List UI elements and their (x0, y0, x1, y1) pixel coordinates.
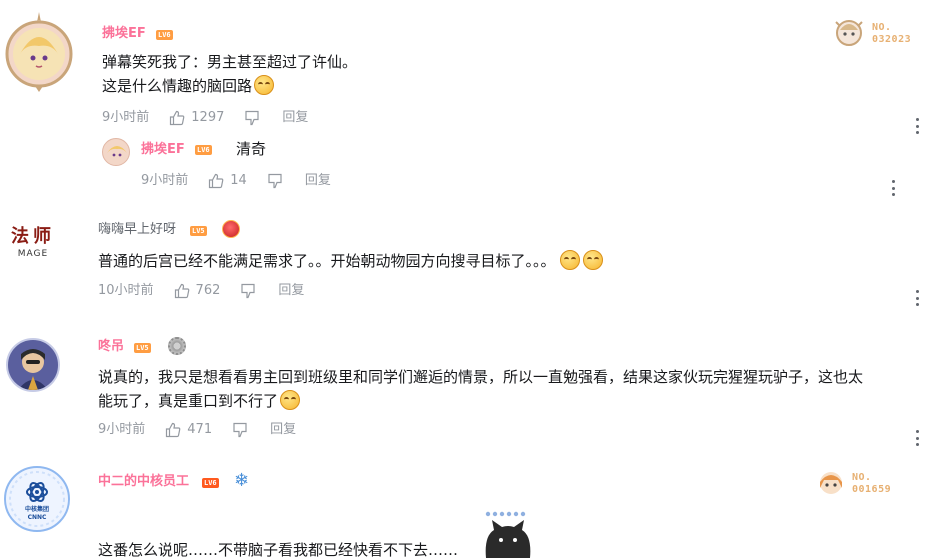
thumb-up-icon (170, 110, 185, 126)
fan-badge-character-icon (820, 472, 842, 494)
comment-text-line: 说真的，我只是想看看男主回到班级里和同学们邂逅的情景，所以一直勉强看，结果这家伙… (98, 368, 864, 386)
comment-text: 这番怎么说呢……不带脑子看我都已经快看不下去…… (98, 538, 458, 558)
username[interactable]: 拂埃EF (141, 141, 185, 159)
snowflake-badge-icon: ❄ (234, 470, 250, 491)
more-options-button[interactable] (890, 180, 896, 196)
comment-text-line: 普通的后宫已经不能满足需求了。。开始朝动物园方向搜寻目标了。。。 (98, 252, 556, 270)
dizzy-emoji-icon (559, 250, 580, 270)
avatar-text-bottom: MAGE (17, 249, 49, 259)
like-count: 762 (195, 283, 221, 298)
username[interactable]: 拂埃EF (102, 25, 146, 43)
like-button[interactable]: 471 (165, 421, 212, 439)
avatar[interactable]: 中核集团 CNNC (0, 462, 74, 534)
gear-badge-icon (168, 337, 186, 355)
like-button[interactable]: 762 (174, 282, 221, 300)
thumb-up-icon (174, 283, 189, 299)
reply-text: 清奇 (236, 140, 267, 158)
level-badge: LV6 (202, 478, 219, 488)
dislike-button[interactable] (240, 283, 256, 299)
medal-icon (222, 220, 240, 238)
username[interactable]: 中二的中核员工 (98, 473, 189, 491)
reply-button[interactable]: 回复 (278, 282, 304, 300)
timestamp: 10小时前 (98, 283, 154, 298)
like-count: 1297 (191, 110, 225, 125)
reply-button[interactable]: 回复 (270, 421, 296, 439)
dislike-button[interactable] (232, 422, 248, 438)
dislike-button[interactable] (267, 173, 283, 189)
like-count: 14 (230, 173, 247, 188)
avatar[interactable] (2, 10, 76, 92)
comment-item: 法师 MAGE 嗨嗨早上好呀 LV5 普通的后宫已经不能满足需求了。。开始朝动物… (0, 210, 928, 320)
comment-text-line: 这是什么情趣的脑回路 (102, 77, 253, 95)
sticker-black-cat-icon (480, 510, 536, 558)
fan-badge-number: 001659 (852, 484, 892, 495)
reply-button[interactable]: 回复 (305, 172, 331, 190)
more-options-button[interactable] (914, 118, 920, 134)
level-badge: LV6 (156, 30, 173, 40)
thumb-down-icon (245, 110, 259, 126)
thumb-down-icon (241, 283, 255, 299)
level-badge: LV5 (190, 226, 207, 236)
comment-text-line: 弹幕笑死我了：男主甚至超过了许仙。 (102, 53, 358, 71)
thumb-down-icon (268, 173, 282, 189)
level-badge: LV5 (134, 343, 151, 353)
dizzy-emoji-icon (582, 250, 603, 270)
comment-text-line: 这番怎么说呢……不带脑子看我都已经快看不下去…… (98, 541, 459, 558)
comment-item: 中核集团 CNNC 中二的中核员工 LV6 ❄ NO. 001659 这番怎么说… (0, 460, 928, 558)
more-options-button[interactable] (914, 290, 920, 306)
comment-meta: 9小时前 14 回复 (141, 172, 331, 190)
more-options-button[interactable] (914, 430, 920, 446)
avatar-text: 中核集团 CNNC (24, 506, 49, 521)
comment-text-line: 能玩了，真是重口到不行了 (98, 392, 279, 410)
fan-badge-label: NO. (852, 472, 872, 483)
sub-reply: 拂埃EF LV6 清奇 9小时前 14 回复 (0, 134, 928, 196)
avatar[interactable]: 法师 MAGE (6, 226, 60, 280)
like-count: 471 (187, 422, 213, 437)
comment-text: 说真的，我只是想看看男主回到班级里和同学们邂逅的情景，所以一直勉强看，结果这家伙… (98, 365, 863, 413)
username[interactable]: 咚吊 (98, 338, 124, 356)
thumb-up-icon (166, 422, 181, 438)
avatar[interactable] (6, 338, 60, 392)
level-badge: LV6 (195, 145, 212, 155)
username[interactable]: 嗨嗨早上好呀 (98, 221, 176, 239)
dislike-button[interactable] (244, 110, 260, 126)
comment-text: 普通的后宫已经不能满足需求了。。开始朝动物园方向搜寻目标了。。。 (98, 249, 603, 273)
fan-badge-label: NO. (872, 22, 892, 33)
laugh-emoji-icon (254, 75, 275, 95)
comment-item: 拂埃EF LV6 NO. 032023 弹幕笑死我了：男主甚至超过了许仙。 这是… (0, 0, 928, 200)
comment-meta: 10小时前 762 回复 (98, 282, 304, 300)
reply-button[interactable]: 回复 (282, 109, 308, 127)
timestamp: 9小时前 (141, 173, 189, 188)
thumb-down-icon (233, 422, 247, 438)
fan-badge[interactable]: NO. 001659 (814, 466, 900, 500)
comment-meta: 9小时前 1297 回复 (102, 109, 308, 127)
fan-badge-character-icon (835, 20, 863, 46)
like-button[interactable]: 1297 (169, 109, 224, 127)
dizzy-emoji-icon (280, 390, 301, 410)
comment-text: 弹幕笑死我了：男主甚至超过了许仙。 这是什么情趣的脑回路 (102, 50, 357, 98)
timestamp: 9小时前 (98, 422, 146, 437)
timestamp: 9小时前 (102, 110, 150, 125)
comment-meta: 9小时前 471 回复 (98, 421, 296, 439)
like-button[interactable]: 14 (208, 172, 247, 190)
avatar[interactable] (102, 138, 130, 166)
fan-badge-number: 032023 (872, 34, 912, 45)
comment-item: 咚吊 LV5 说真的，我只是想看看男主回到班级里和同学们邂逅的情景，所以一直勉强… (0, 330, 928, 460)
thumb-up-icon (209, 173, 224, 189)
avatar-text-top: 法师 (11, 226, 55, 247)
fan-badge[interactable]: NO. 032023 (832, 16, 918, 50)
